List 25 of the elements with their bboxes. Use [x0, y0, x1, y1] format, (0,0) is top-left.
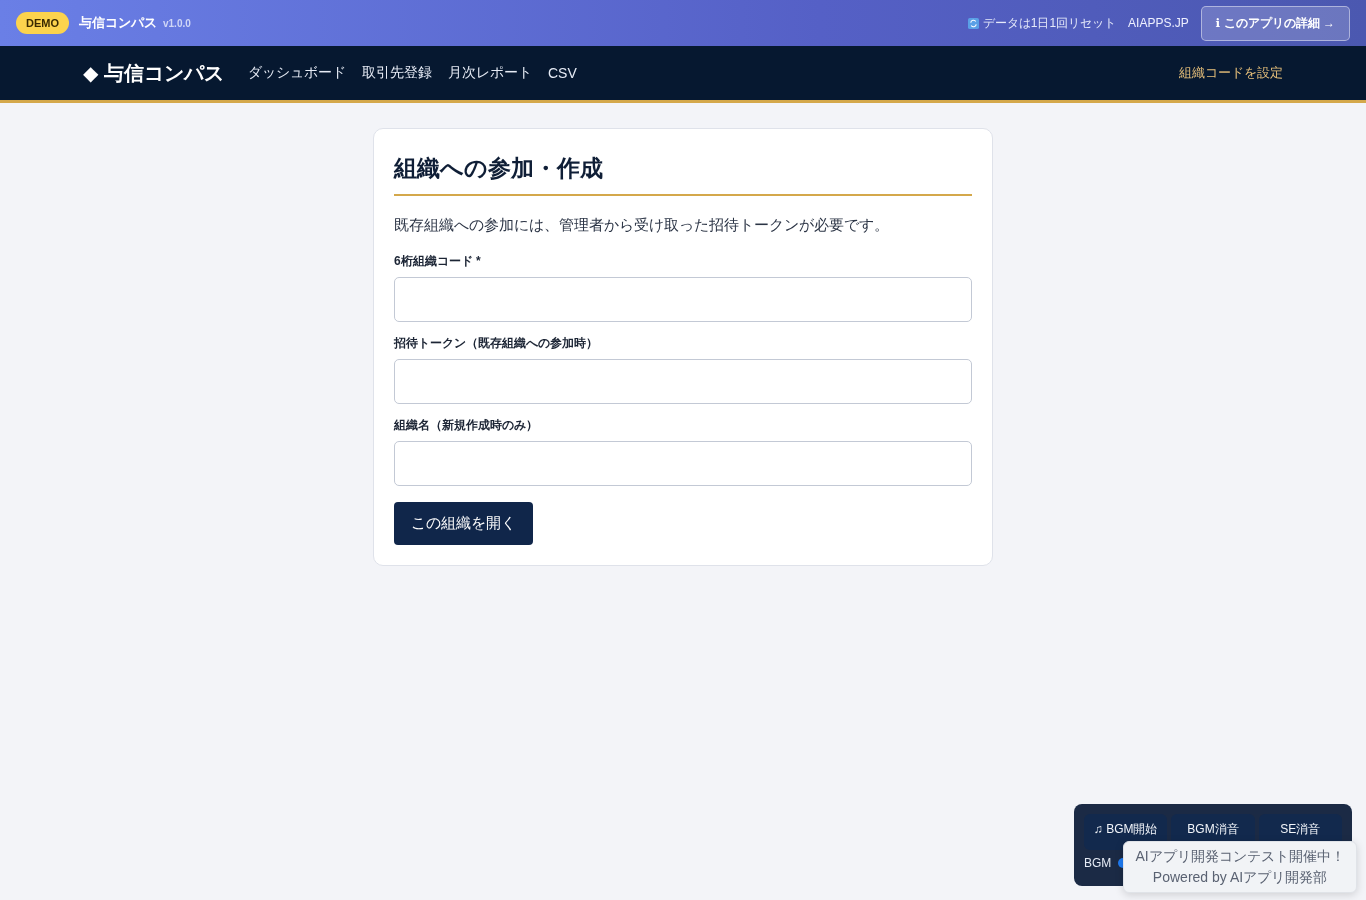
reset-note: データは1日1回リセット [982, 14, 1117, 32]
app-name: 与信コンパス [79, 14, 157, 32]
nav-link[interactable]: 月次レポート [447, 64, 532, 82]
refresh-icon [967, 17, 979, 29]
site-link[interactable]: AIAPPS.JP [1128, 16, 1189, 30]
submit-button[interactable]: この組織を開く [394, 502, 533, 545]
field-label: 組織名（新規作成時のみ） [394, 417, 539, 434]
input-field[interactable] [394, 441, 972, 486]
description: 既存組織への参加には、管理者から受け取った招待トークンが必要です。 [394, 216, 890, 235]
input-field[interactable] [394, 277, 972, 322]
toast-text: AIアプリ開発コンテスト開催中！ [1135, 847, 1345, 866]
app-logo: ◆ 与信コンパス [83, 60, 224, 86]
input-field[interactable] [394, 359, 972, 404]
toast-text: Powered by AIアプリ開発部 [1152, 868, 1328, 887]
nav-link[interactable]: 取引先登録 [361, 64, 432, 82]
org-code-link[interactable]: 組織コードを設定 [1179, 64, 1283, 82]
card-title: 組織への参加・作成 [394, 149, 972, 196]
volume-label: BGM [1084, 856, 1112, 870]
nav-link[interactable]: ダッシュボード [247, 64, 346, 82]
version-label: v1.0.0 [163, 17, 191, 29]
field-label: 招待トークン（既存組織への参加時） [394, 335, 599, 352]
field-label: 6桁組織コード * [394, 253, 482, 270]
details-button[interactable]: ℹ このアプリの詳細 → [1200, 5, 1350, 41]
demo-badge: DEMO [16, 12, 69, 34]
nav-link[interactable]: CSV [547, 65, 577, 81]
